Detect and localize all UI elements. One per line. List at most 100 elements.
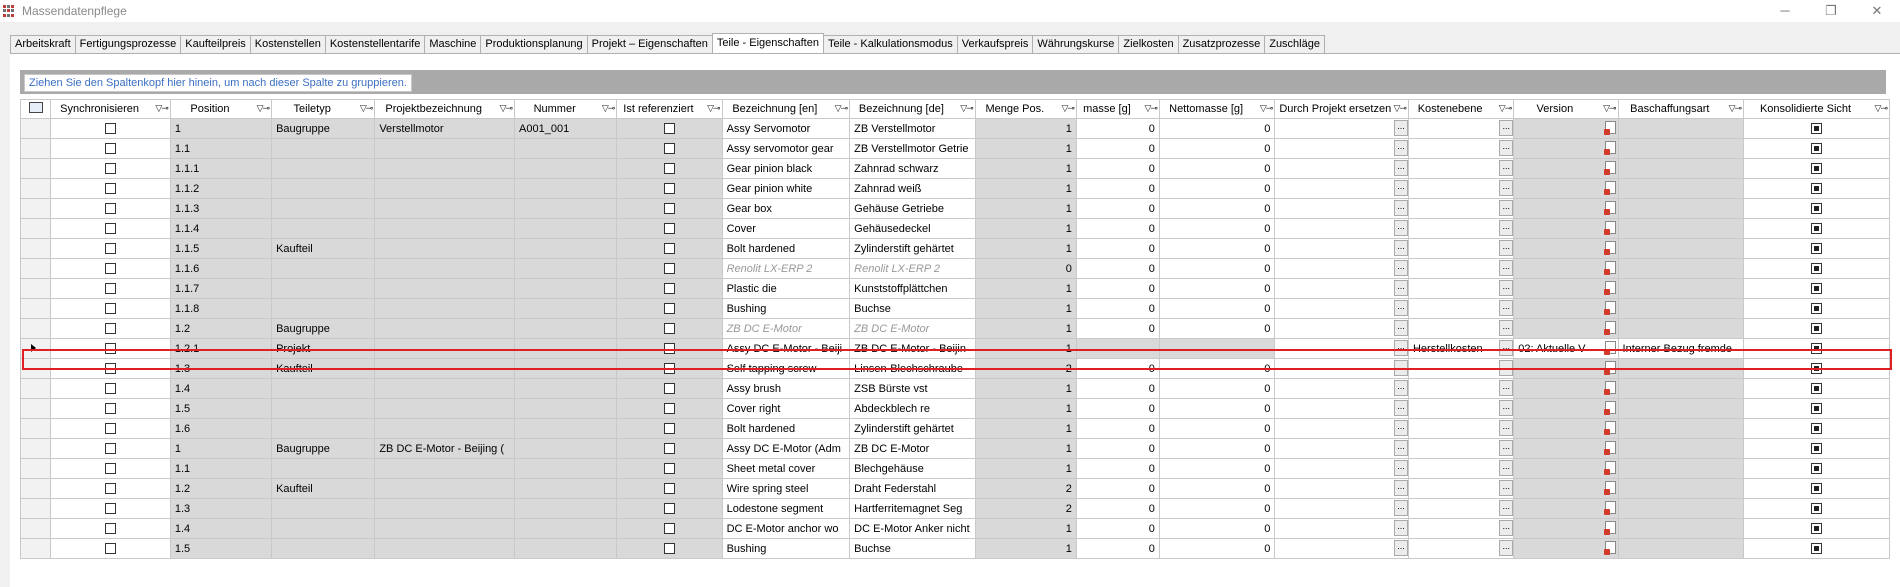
tab-0[interactable]: Arbeitskraft: [10, 35, 76, 53]
bezeichnung-en-cell[interactable]: Plastic die: [721, 278, 851, 299]
nettomasse-cell[interactable]: 0: [1158, 118, 1276, 139]
document-icon[interactable]: [1603, 181, 1616, 195]
tab-5[interactable]: Maschine: [424, 35, 482, 53]
table-row[interactable]: 1 Baugruppe Verstellmotor A001_001 Assy Serv…: [20, 118, 1890, 139]
beschaffungsart-cell[interactable]: [1617, 538, 1745, 559]
ellipsis-button[interactable]: ...: [1393, 400, 1408, 416]
version-cell[interactable]: [1513, 518, 1619, 539]
document-icon[interactable]: [1603, 261, 1616, 275]
beschaffungsart-cell[interactable]: [1617, 218, 1745, 239]
version-cell[interactable]: [1513, 118, 1619, 139]
version-cell[interactable]: [1513, 318, 1619, 339]
ellipsis-button[interactable]: ...: [1499, 460, 1513, 476]
column-header-11[interactable]: Durch Projekt ersetzen ▽⊸: [1274, 99, 1409, 119]
tab-3[interactable]: Kostenstellen: [249, 35, 326, 53]
konsolidiert-cell[interactable]: [1743, 418, 1890, 439]
column-header-7[interactable]: Bezeichnung [de] ▽⊸: [849, 99, 976, 119]
ellipsis-button[interactable]: ...: [1393, 180, 1408, 196]
konsolidiert-cell[interactable]: [1743, 498, 1890, 519]
ellipsis-button[interactable]: ...: [1393, 440, 1408, 456]
durch-projekt-cell[interactable]: ...: [1274, 158, 1409, 179]
row-selector[interactable]: [20, 158, 52, 179]
sync-cell[interactable]: [50, 158, 171, 179]
sync-checkbox[interactable]: [105, 183, 117, 195]
kostenebene-cell[interactable]: ...: [1407, 538, 1515, 559]
group-by-area[interactable]: Ziehen Sie den Spaltenkopf hier hinein, …: [20, 70, 1886, 94]
sync-checkbox[interactable]: [105, 303, 117, 315]
durch-projekt-cell[interactable]: ...: [1274, 278, 1409, 299]
kostenebene-cell[interactable]: ...: [1407, 358, 1515, 379]
table-row[interactable]: 1.1.3 Gear box Gehäuse Getriebe 1 0 0......: [20, 198, 1890, 219]
masse-cell[interactable]: 0: [1075, 358, 1160, 379]
kostenebene-cell[interactable]: ...: [1407, 158, 1515, 179]
document-icon[interactable]: [1603, 441, 1616, 455]
column-header-0[interactable]: Synchronisieren ▽⊸: [50, 99, 171, 119]
tab-13[interactable]: Zusatzprozesse: [1177, 35, 1266, 53]
table-row[interactable]: 1.6 Bolt hardened Zylinderstift gehärtet 1 0…: [20, 418, 1890, 439]
nettomasse-cell[interactable]: 0: [1158, 538, 1276, 559]
consolidated-checkbox[interactable]: [1811, 263, 1823, 275]
sync-checkbox[interactable]: [105, 523, 117, 535]
ellipsis-button[interactable]: ...: [1393, 420, 1408, 436]
document-icon[interactable]: [1603, 401, 1616, 415]
bezeichnung-de-cell[interactable]: ZB Verstellmotor Getrie: [849, 138, 976, 159]
kostenebene-cell[interactable]: ...: [1407, 518, 1515, 539]
table-row[interactable]: 1.3 Lodestone segment Hartferritemagnet Se…: [20, 498, 1890, 519]
version-cell[interactable]: [1513, 238, 1619, 259]
filter-pin-icon[interactable]: ▽⊸: [1061, 103, 1075, 114]
tab-4[interactable]: Kostenstellentarife: [324, 35, 426, 53]
ellipsis-button[interactable]: ...: [1499, 480, 1513, 496]
sync-cell[interactable]: [50, 278, 171, 299]
nettomasse-cell[interactable]: 0: [1158, 438, 1276, 459]
sync-cell[interactable]: [50, 238, 171, 259]
sync-cell[interactable]: [50, 518, 171, 539]
konsolidiert-cell[interactable]: [1743, 138, 1890, 159]
column-header-14[interactable]: Baschaffungsart ▽⊸: [1617, 99, 1745, 119]
durch-projekt-cell[interactable]: ...: [1274, 298, 1409, 319]
bezeichnung-en-cell[interactable]: Cover right: [721, 398, 851, 419]
column-header-10[interactable]: Nettomasse [g] ▽⊸: [1158, 99, 1276, 119]
sync-checkbox[interactable]: [105, 483, 117, 495]
beschaffungsart-cell[interactable]: [1617, 518, 1745, 539]
filter-pin-icon[interactable]: ▽⊸: [1875, 103, 1889, 114]
konsolidiert-cell[interactable]: [1743, 438, 1890, 459]
beschaffungsart-cell[interactable]: [1617, 478, 1745, 499]
table-row[interactable]: 1.2 Kaufteil Wire spring steel Draht Feders…: [20, 478, 1890, 499]
durch-projekt-cell[interactable]: ...: [1274, 258, 1409, 279]
column-header-1[interactable]: Position ▽⊸: [169, 99, 273, 119]
bezeichnung-de-cell[interactable]: ZB DC E-Motor: [849, 438, 976, 459]
ellipsis-button[interactable]: ...: [1393, 340, 1408, 356]
document-icon[interactable]: [1603, 541, 1616, 555]
sync-checkbox[interactable]: [105, 243, 117, 255]
durch-projekt-cell[interactable]: ...: [1274, 378, 1409, 399]
sync-checkbox[interactable]: [105, 223, 117, 235]
kostenebene-cell[interactable]: ...: [1407, 238, 1515, 259]
column-header-8[interactable]: Menge Pos. ▽⊸: [974, 99, 1077, 119]
sync-checkbox[interactable]: [105, 343, 117, 355]
masse-cell[interactable]: 0: [1075, 478, 1160, 499]
durch-projekt-cell[interactable]: ...: [1274, 198, 1409, 219]
table-row[interactable]: 1.4 Assy brush ZSB Bürste vst 1 0 0......: [20, 378, 1890, 399]
bezeichnung-en-cell[interactable]: Assy DC E-Motor - Beiji: [721, 338, 851, 359]
nettomasse-cell[interactable]: 0: [1158, 398, 1276, 419]
ellipsis-button[interactable]: ...: [1499, 300, 1513, 316]
masse-cell[interactable]: 0: [1075, 378, 1160, 399]
sync-cell[interactable]: [50, 478, 171, 499]
row-selector[interactable]: [20, 358, 52, 379]
ellipsis-button[interactable]: ...: [1499, 180, 1513, 196]
beschaffungsart-cell[interactable]: [1617, 398, 1745, 419]
column-header-4[interactable]: Nummer ▽⊸: [514, 99, 618, 119]
nettomasse-cell[interactable]: 0: [1158, 138, 1276, 159]
ellipsis-button[interactable]: ...: [1499, 540, 1513, 556]
kostenebene-cell[interactable]: ...: [1407, 498, 1515, 519]
tab-11[interactable]: Währungskurse: [1032, 35, 1120, 53]
table-row[interactable]: 1.5 Cover right Abdeckblech re 1 0 0......: [20, 398, 1890, 419]
ellipsis-button[interactable]: ...: [1393, 520, 1408, 536]
kostenebene-cell[interactable]: ...: [1407, 398, 1515, 419]
filter-pin-icon[interactable]: ▽⊸: [707, 103, 721, 114]
table-row[interactable]: 1 Baugruppe ZB DC E-Motor - Beijing (Assy …: [20, 438, 1890, 459]
consolidated-checkbox[interactable]: [1811, 323, 1823, 335]
bezeichnung-de-cell[interactable]: ZB DC E-Motor: [849, 318, 976, 339]
document-icon[interactable]: [1603, 221, 1616, 235]
tab-2[interactable]: Kaufteilpreis: [180, 35, 251, 53]
